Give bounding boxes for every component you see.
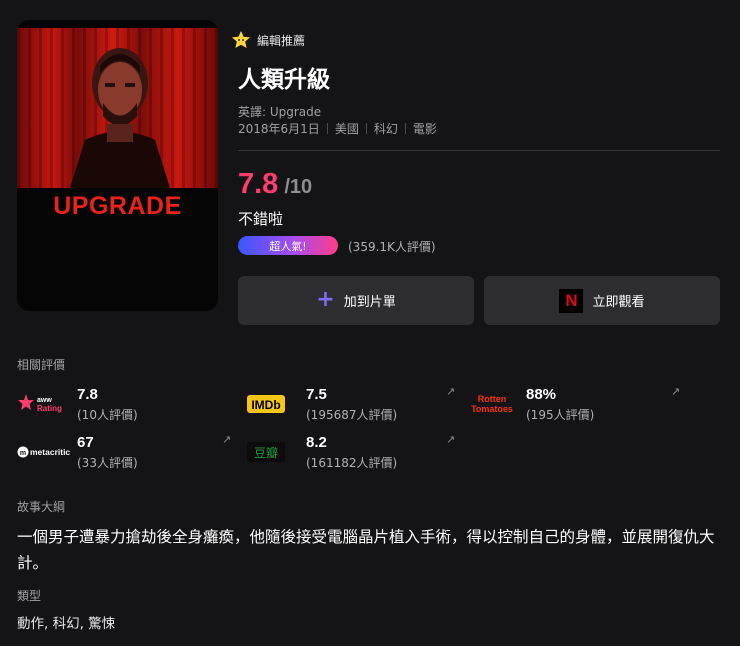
poster-title-text: UPGRADE (53, 192, 182, 220)
rating-score: 7.5 (306, 386, 327, 403)
plus-icon: + (316, 286, 335, 312)
content-type: 電影 (412, 122, 437, 136)
rating-score: 7.8 (77, 386, 98, 403)
movie-poster: UPGRADE (17, 20, 218, 311)
rating-count: (10人評價) (77, 408, 138, 422)
rating-count: (33人評價) (77, 456, 138, 470)
rating-score: 88% (526, 386, 557, 403)
poster-figure (70, 48, 170, 188)
synopsis-text: 一個男子遭暴力搶劫後全身癱瘓，他隨後接受電腦晶片植入手術，得以控制自己的身體，並… (17, 528, 715, 572)
add-to-list-button[interactable]: + 加到片單 (238, 276, 474, 325)
country: 美國 (334, 122, 359, 136)
rating-aww: aww Rating 7.8 (10人評價) (17, 386, 138, 424)
imdb-logo-text: IMDb (251, 398, 280, 412)
score-verdict: 不錯啦 (238, 210, 284, 228)
score-row: 7.8 /10 (238, 168, 312, 201)
rating-imdb[interactable]: IMDb 7.5 (195687人評價) (246, 386, 397, 424)
metacritic-logo-text: metacritic (30, 447, 70, 457)
divider (238, 150, 720, 151)
release-date: 2018年6月1日 (238, 122, 320, 136)
external-link-icon[interactable]: ↗ (671, 385, 680, 398)
star-face-icon (232, 31, 250, 48)
rt-logo-text-2: Tomatoes (471, 404, 513, 414)
watch-now-label: 立即觀看 (592, 295, 645, 310)
external-link-icon[interactable]: ↗ (446, 433, 455, 446)
metacritic-m-text: m (20, 450, 26, 457)
movie-meta: 2018年6月1日 美國 科幻 電影 (238, 120, 437, 137)
meta-separator (365, 123, 367, 134)
score-max: /10 (284, 176, 313, 198)
editor-pick-label: 編輯推薦 (257, 33, 306, 48)
popularity-badge: 超人氣! (238, 236, 338, 255)
english-title: 英譯: Upgrade (238, 105, 322, 119)
genre-label: 類型 (17, 589, 42, 603)
meta-separator (326, 123, 328, 134)
aww-logo-text-1: aww (37, 397, 52, 404)
rt-logo-text-1: Rotten (478, 394, 507, 404)
rating-count: (195人評價) (526, 408, 595, 422)
ratings-section-label: 相關評價 (17, 358, 66, 372)
aww-rating-icon: aww Rating (17, 386, 73, 422)
external-link-icon[interactable]: ↗ (222, 433, 231, 446)
netflix-icon: N (559, 288, 584, 313)
aww-logo-text-2: Rating (37, 404, 62, 413)
vote-count: (359.1K人評價) (348, 240, 436, 254)
rating-score: 8.2 (306, 434, 327, 451)
metacritic-icon: m metacritic (17, 434, 73, 470)
movie-title: 人類升級 (238, 67, 330, 93)
meta-separator (404, 123, 406, 134)
genre-tag: 科幻 (373, 122, 398, 136)
douban-logo-text: 豆瓣 (254, 446, 278, 460)
rating-douban[interactable]: 豆瓣 8.2 (161182人評價) (246, 434, 397, 472)
rating-score: 67 (77, 434, 94, 451)
synopsis-label: 故事大綱 (17, 500, 66, 514)
external-link-icon[interactable]: ↗ (446, 385, 455, 398)
add-to-list-label: 加到片單 (343, 295, 396, 310)
score-value: 7.8 (238, 168, 279, 200)
genre-list: 動作, 科幻, 驚悚 (17, 616, 116, 632)
rotten-tomatoes-icon: Rotten Tomatoes (466, 386, 522, 422)
imdb-icon: IMDb (246, 386, 302, 422)
watch-now-button[interactable]: N 立即觀看 (484, 276, 720, 325)
rating-rotten-tomatoes[interactable]: Rotten Tomatoes 88% (195人評價) (466, 386, 594, 424)
rating-metacritic[interactable]: m metacritic 67 (33人評價) (17, 434, 138, 472)
editor-pick: 編輯推薦 (231, 30, 305, 50)
douban-icon: 豆瓣 (246, 434, 302, 470)
rating-count: (195687人評價) (306, 408, 398, 422)
poster-artwork (17, 28, 218, 188)
rating-count: (161182人評價) (306, 456, 398, 470)
